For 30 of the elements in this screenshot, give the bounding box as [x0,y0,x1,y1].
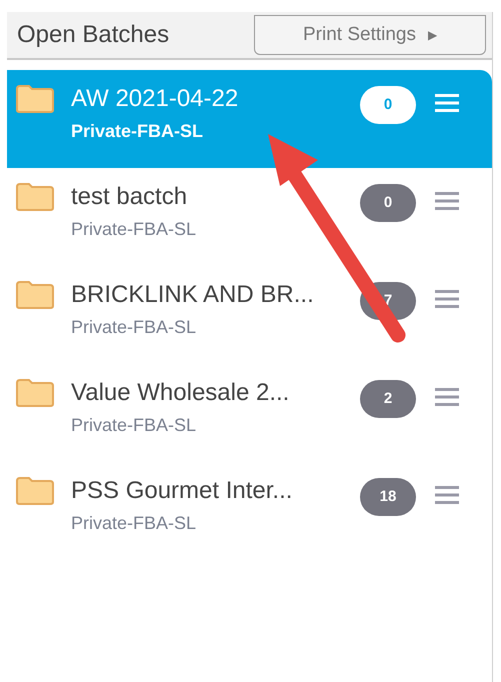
folder-icon [15,378,55,408]
batch-name: AW 2021-04-22 [71,84,240,114]
count-badge: 0 [360,86,416,124]
folder-icon [15,84,55,114]
batch-name: PSS Gourmet Inter... [71,476,294,506]
batch-item[interactable]: Value Wholesale 2... Private-FBA-SL 2 [7,364,492,462]
print-settings-button[interactable]: Print Settings ▶ [254,15,486,55]
batch-name: Value Wholesale 2... [71,378,290,408]
batch-name: test bactch [71,182,188,212]
batch-item[interactable]: test bactch Private-FBA-SL 0 [7,168,492,266]
menu-icon[interactable] [434,190,460,212]
folder-icon [15,182,55,212]
batch-type: Private-FBA-SL [71,316,198,338]
batch-item[interactable]: BRICKLINK AND BR... Private-FBA-SL 7 [7,266,492,364]
menu-icon[interactable] [434,92,460,114]
batch-type: Private-FBA-SL [71,120,204,142]
folder-icon [15,476,55,506]
batch-type: Private-FBA-SL [71,218,198,240]
batch-type: Private-FBA-SL [71,414,198,436]
menu-icon[interactable] [434,288,460,310]
menu-icon[interactable] [434,386,460,408]
count-badge: 18 [360,478,416,516]
count-badge: 0 [360,184,416,222]
menu-icon[interactable] [434,484,460,506]
folder-icon [15,280,55,310]
batch-item[interactable]: PSS Gourmet Inter... Private-FBA-SL 18 [7,462,492,560]
panel-title: Open Batches [17,20,170,50]
batch-type: Private-FBA-SL [71,512,198,534]
count-badge: 2 [360,380,416,418]
batch-name: BRICKLINK AND BR... [71,280,315,310]
